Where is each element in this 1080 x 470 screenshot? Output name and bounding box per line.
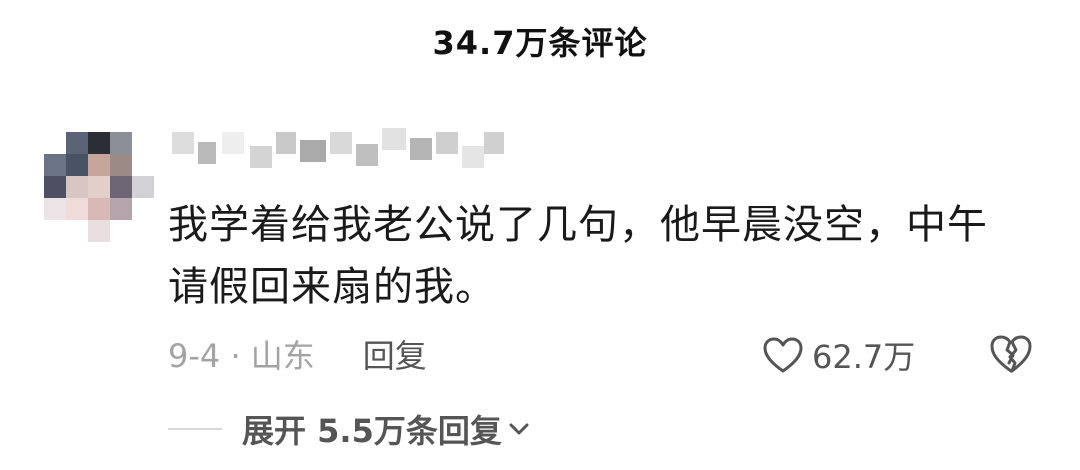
like-count: 62.7万 (812, 338, 916, 376)
broken-heart-icon (990, 335, 1032, 373)
dislike-button[interactable] (988, 333, 1036, 377)
heart-outline-icon (763, 337, 803, 373)
divider-line (168, 428, 222, 430)
chevron-down-icon (509, 423, 529, 435)
comment-text-line-1: 我学着给我老公说了几句，他早晨没空，中午 (168, 202, 988, 248)
username-blurred[interactable] (172, 128, 512, 174)
reply-button[interactable]: 回复 (363, 331, 427, 377)
expand-replies-label: 展开 5.5万条回复 (242, 412, 502, 450)
expand-replies-row: 展开 5.5万条回复 (168, 404, 530, 454)
comment-text-line-2: 请假回来扇的我。 (168, 264, 496, 310)
like-button[interactable]: 62.7万 (762, 333, 915, 377)
avatar[interactable] (44, 132, 154, 244)
comment-text: 我学着给我老公说了几句，他早晨没空，中午 请假回来扇的我。 (168, 194, 1028, 318)
comments-count-title: 34.7万条评论 (432, 24, 648, 62)
expand-replies-button[interactable]: 展开 5.5万条回复 (242, 406, 530, 452)
comment-meta: 9-4 · 山东 回复 (168, 332, 427, 376)
comment-date-location: 9-4 · 山东 (168, 337, 315, 375)
